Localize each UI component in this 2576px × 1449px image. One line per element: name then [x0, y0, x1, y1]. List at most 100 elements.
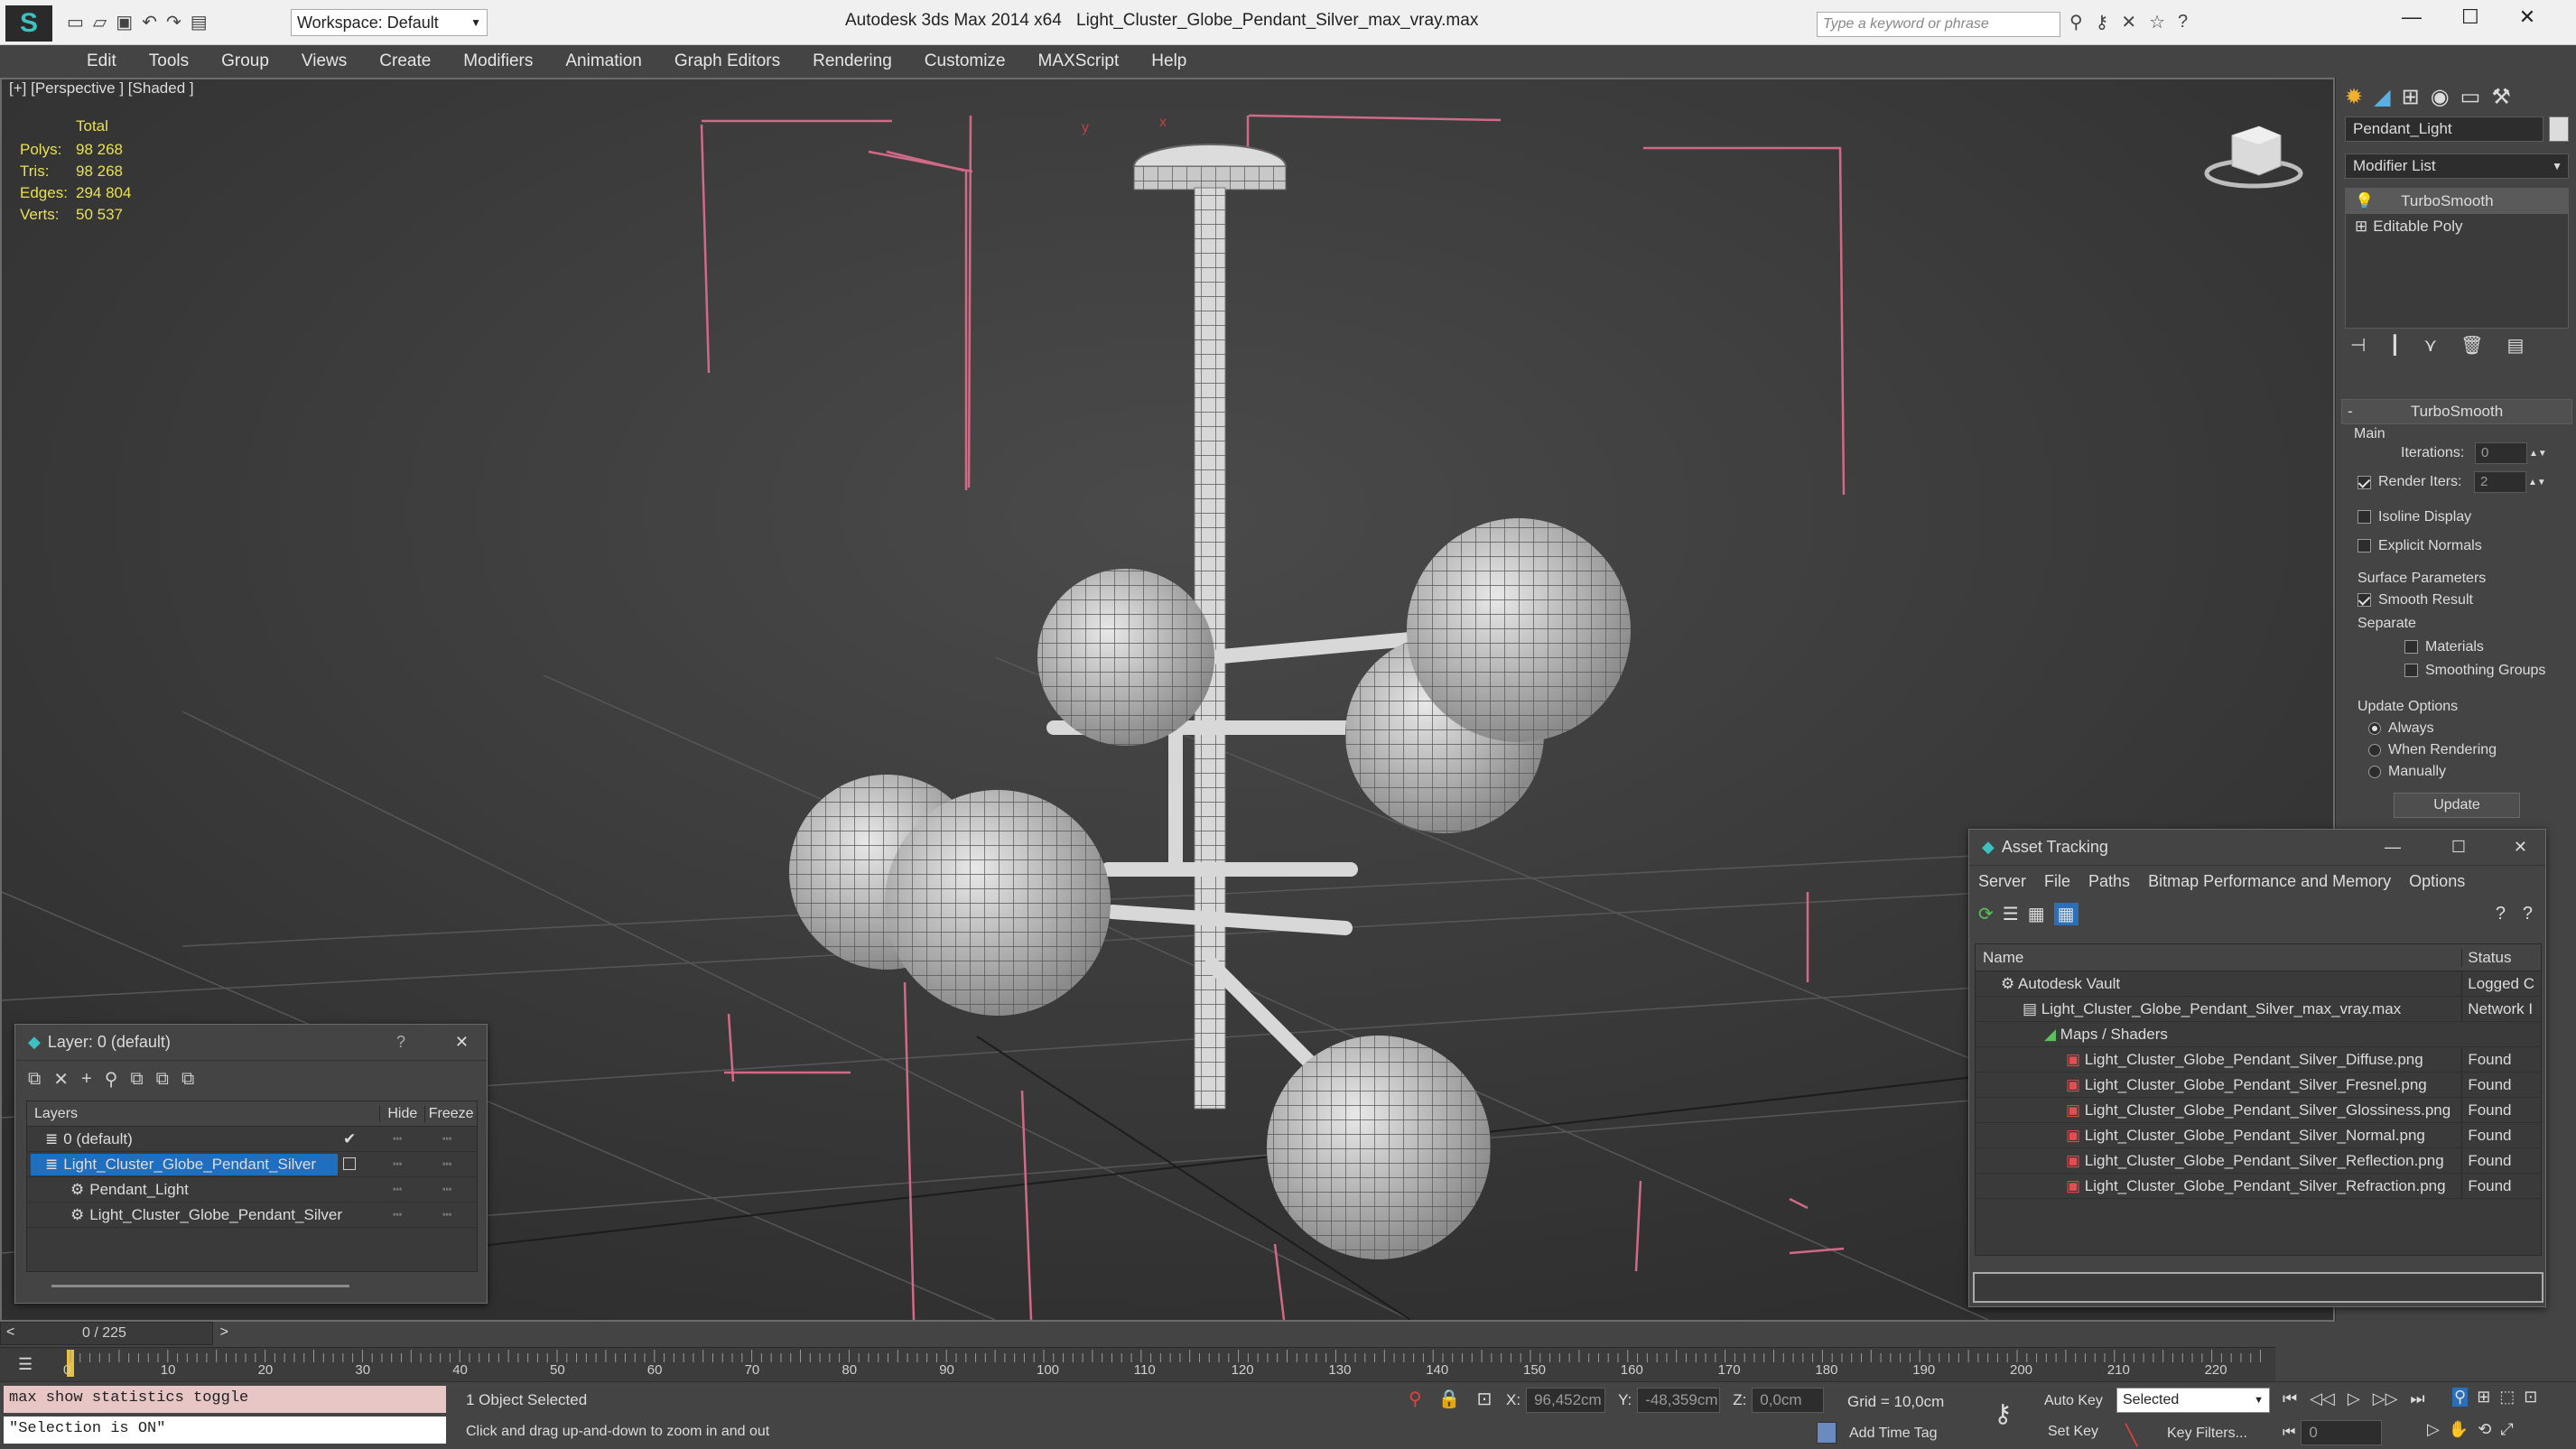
spinner-arrows-icon[interactable]: ▲▼	[2528, 478, 2546, 488]
zoom-extents-all-icon[interactable]: ⊡	[2524, 1388, 2537, 1407]
add-to-layer-icon[interactable]: +	[81, 1069, 92, 1090]
close-icon[interactable]: ✕	[455, 1033, 469, 1052]
freeze-toggle-icon[interactable]: ┅	[442, 1127, 451, 1151]
hide-toggle-icon[interactable]: ┅	[393, 1127, 402, 1151]
status-column-header[interactable]: Status	[2461, 948, 2541, 967]
menu-help[interactable]: Help	[1135, 45, 1203, 78]
absolute-mode-icon[interactable]: ⊡	[1477, 1388, 1493, 1410]
menu-customize[interactable]: Customize	[908, 45, 1022, 78]
asset-window-titlebar[interactable]: ◆ Asset Tracking — ☐ ✕	[1969, 830, 2545, 866]
close-icon[interactable]: ✕	[2519, 5, 2535, 29]
utilities-tab-icon[interactable]: ⚒	[2491, 84, 2511, 110]
menu-edit[interactable]: Edit	[70, 45, 133, 78]
prev-key-icon[interactable]: ◁◁	[2310, 1389, 2335, 1408]
show-end-result-icon[interactable]: ┃	[2389, 334, 2400, 357]
menu-tools[interactable]: Tools	[133, 45, 205, 78]
key-mode-toggle-icon[interactable]: ⏮	[2283, 1425, 2295, 1441]
name-column-header[interactable]: Name	[1976, 949, 2461, 967]
smooth-result-checkbox[interactable]	[2357, 593, 2371, 608]
asset-row[interactable]: ▣ Light_Cluster_Globe_Pendant_Silver_Nor…	[1976, 1123, 2541, 1148]
render-iters-spinner[interactable]: 2	[2474, 471, 2526, 493]
maxscript-listener-line[interactable]: max show statistics toggle	[4, 1386, 446, 1413]
menu-file[interactable]: File	[2044, 872, 2070, 891]
maximize-icon[interactable]: ☐	[2451, 838, 2466, 857]
menu-options[interactable]: Options	[2409, 872, 2465, 891]
menu-bitmap-performance[interactable]: Bitmap Performance and Memory	[2148, 872, 2391, 891]
list-view-icon[interactable]: ☰	[2003, 903, 2019, 925]
iterations-spinner[interactable]: 0	[2475, 442, 2527, 464]
vault-help-icon[interactable]: ?	[2523, 904, 2533, 924]
asset-row[interactable]: ▣ Light_Cluster_Globe_Pendant_Silver_Ref…	[1976, 1174, 2541, 1199]
lock-selection-icon[interactable]: 🔒	[1438, 1388, 1461, 1410]
workspace-dropdown[interactable]: Workspace: Default ▼	[291, 9, 488, 36]
pan-icon[interactable]: ✋	[2449, 1420, 2469, 1439]
freeze-toggle-icon[interactable]: ┅	[442, 1177, 451, 1202]
modifier-stack[interactable]: 💡 TurboSmooth ⊞ Editable Poly	[2345, 188, 2569, 329]
exchange-icon[interactable]: ✕	[2121, 11, 2136, 33]
new-file-icon[interactable]: ▭	[67, 11, 84, 33]
modifier-list-dropdown[interactable]: Modifier List ▼	[2345, 153, 2569, 179]
asset-row[interactable]: ▣ Light_Cluster_Globe_Pendant_Silver_Ref…	[1976, 1148, 2541, 1174]
binoculars-icon[interactable]: ⚲	[2069, 11, 2083, 33]
isoline-checkbox[interactable]	[2357, 510, 2371, 525]
asset-path-field[interactable]	[1973, 1272, 2543, 1303]
z-coordinate-field[interactable]: 0,0cm	[1752, 1388, 1825, 1413]
save-icon[interactable]: ▣	[116, 11, 133, 33]
object-name-field[interactable]: Pendant_Light	[2345, 116, 2543, 142]
freeze-all-icon[interactable]: ⧉	[181, 1069, 194, 1090]
hide-toggle-icon[interactable]: ┅	[393, 1203, 402, 1227]
add-time-tag[interactable]: Add Time Tag	[1849, 1426, 1938, 1442]
object-color-swatch[interactable]	[2549, 116, 2569, 142]
time-tag-icon[interactable]	[1817, 1422, 1837, 1444]
key-filters-button[interactable]: Key Filters...	[2167, 1426, 2247, 1442]
modify-tab-icon[interactable]: ◢	[2374, 84, 2390, 110]
hide-all-icon[interactable]: ⧉	[156, 1069, 169, 1090]
set-key-button[interactable]: Set Key	[2048, 1424, 2098, 1440]
zoom-extents-icon[interactable]: ⬚	[2499, 1388, 2515, 1407]
maximize-viewport-icon[interactable]: ⤢	[2500, 1420, 2513, 1439]
play-icon[interactable]: ▷	[2348, 1389, 2360, 1408]
stack-item-turbosmooth[interactable]: 💡 TurboSmooth	[2346, 189, 2568, 214]
object-row[interactable]: ⚙ Pendant_Light ┅ ┅	[27, 1177, 477, 1203]
create-layer-icon[interactable]: ⧉	[28, 1069, 41, 1090]
hide-column-header[interactable]: Hide	[379, 1105, 424, 1122]
menu-graph-editors[interactable]: Graph Editors	[658, 45, 796, 78]
menu-server[interactable]: Server	[1978, 872, 2026, 891]
explicit-normals-checkbox[interactable]	[2357, 539, 2371, 553]
menu-create[interactable]: Create	[363, 45, 447, 78]
asset-row[interactable]: ▣ Light_Cluster_Globe_Pendant_Silver_Fre…	[1976, 1073, 2541, 1098]
hide-toggle-icon[interactable]: ┅	[393, 1177, 402, 1202]
lightbulb-icon[interactable]: 💡	[2355, 192, 2374, 209]
materials-checkbox[interactable]	[2404, 640, 2418, 655]
next-frame-icon[interactable]: >	[220, 1324, 228, 1341]
key-icon[interactable]: ⚷	[2096, 11, 2109, 33]
hide-toggle-icon[interactable]: ┅	[393, 1152, 402, 1176]
freeze-toggle-icon[interactable]: ┅	[442, 1152, 451, 1176]
table-view-icon[interactable]: ▦	[2053, 902, 2078, 925]
menu-maxscript[interactable]: MAXScript	[1022, 45, 1136, 78]
smoothing-groups-checkbox[interactable]	[2404, 664, 2418, 678]
menu-paths[interactable]: Paths	[2088, 872, 2130, 891]
freeze-toggle-icon[interactable]: ┅	[442, 1203, 451, 1227]
menu-modifiers[interactable]: Modifiers	[447, 45, 549, 78]
when-rendering-radio[interactable]	[2368, 743, 2381, 757]
spinner-arrows-icon[interactable]: ▲▼	[2529, 449, 2547, 459]
y-coordinate-field[interactable]: -48,359cm	[1637, 1388, 1721, 1413]
zoom-icon[interactable]: ⚲	[2452, 1388, 2469, 1407]
motion-tab-icon[interactable]: ◉	[2431, 84, 2450, 110]
asset-row[interactable]: ▣ Light_Cluster_Globe_Pendant_Silver_Dif…	[1976, 1047, 2541, 1073]
refresh-icon[interactable]: ⟳	[1978, 903, 1994, 925]
display-tab-icon[interactable]: ▭	[2460, 84, 2481, 110]
minimize-icon[interactable]: —	[2385, 838, 2401, 857]
layer-row[interactable]: ≣ 0 (default) ✔ ┅ ┅	[27, 1127, 477, 1152]
zoom-all-icon[interactable]: ⊞	[2477, 1388, 2490, 1407]
maxscript-output-line[interactable]: "Selection is ON"	[4, 1416, 446, 1444]
redo-icon[interactable]: ↷	[166, 11, 181, 33]
star-icon[interactable]: ☆	[2149, 11, 2165, 33]
turbosmooth-rollout-header[interactable]: - TurboSmooth	[2341, 399, 2572, 424]
help-icon[interactable]: ?	[2178, 12, 2188, 33]
make-unique-icon[interactable]: ⋎	[2423, 334, 2437, 357]
time-slider[interactable]: < 0 / 225 >	[0, 1322, 228, 1345]
menu-group[interactable]: Group	[205, 45, 285, 78]
object-row[interactable]: ⚙ Light_Cluster_Globe_Pendant_Silver ┅ ┅	[27, 1203, 477, 1228]
